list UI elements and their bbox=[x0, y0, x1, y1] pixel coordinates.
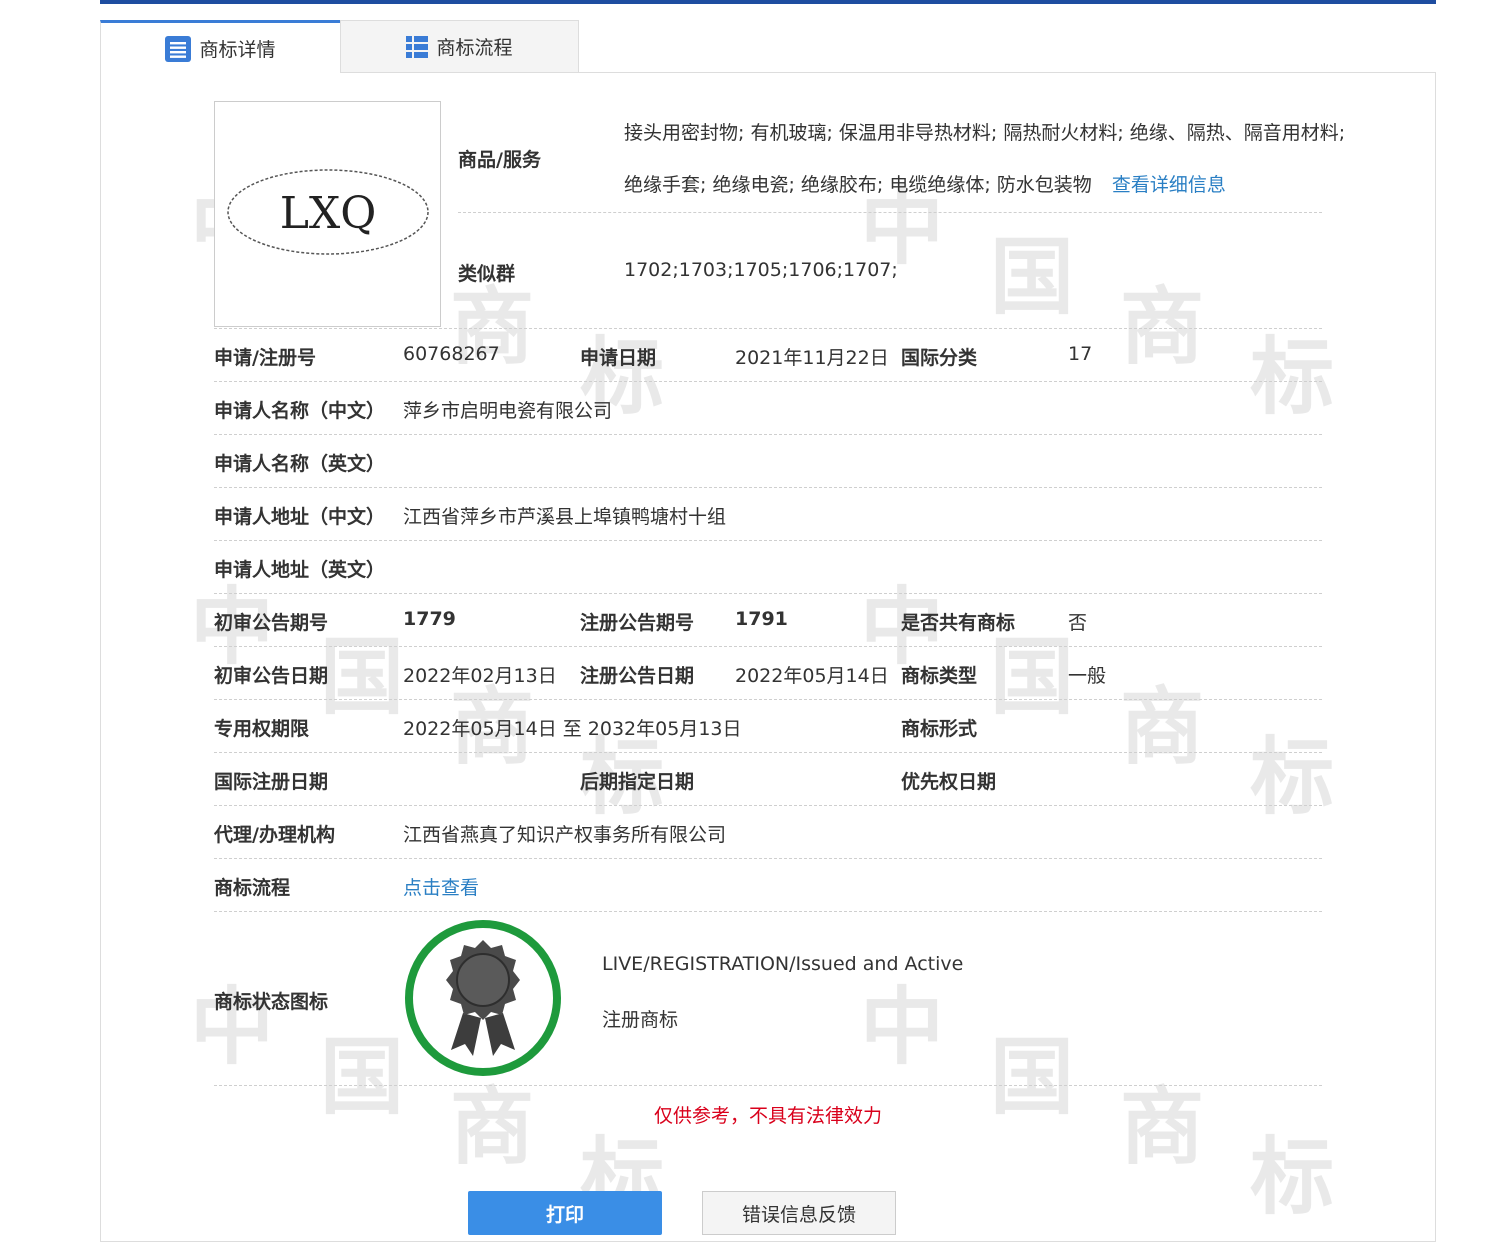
view-details-link[interactable]: 查看详细信息 bbox=[1112, 174, 1226, 196]
divider bbox=[214, 540, 1322, 541]
applicant-cn-value: 萍乡市启明电瓷有限公司 bbox=[403, 400, 613, 422]
divider bbox=[214, 434, 1322, 435]
reg-no-value: 60768267 bbox=[403, 343, 500, 365]
error-feedback-button[interactable]: 错误信息反馈 bbox=[702, 1191, 896, 1235]
apply-date-label: 申请日期 bbox=[580, 347, 657, 369]
status-en: LIVE/REGISTRATION/Issued and Active bbox=[602, 953, 964, 975]
tab-label: 商标详情 bbox=[199, 39, 276, 61]
similar-group-label: 类似群 bbox=[458, 263, 516, 285]
document-list-icon bbox=[165, 35, 192, 62]
applicant-cn-label: 申请人名称（中文） bbox=[214, 400, 386, 422]
intl-class-label: 国际分类 bbox=[901, 347, 978, 369]
divider bbox=[214, 752, 1322, 753]
term-label: 专用权期限 bbox=[214, 718, 310, 740]
goods-line-1: 接头用密封物; 有机玻璃; 保温用非导热材料; 隔热耐火材料; 绝缘、隔热、隔音… bbox=[624, 122, 1346, 144]
divider bbox=[214, 805, 1322, 806]
status-label: 商标状态图标 bbox=[214, 991, 329, 1013]
goods-label: 商品/服务 bbox=[458, 149, 541, 171]
reg-issue-value: 1791 bbox=[735, 608, 788, 630]
divider bbox=[214, 1085, 1322, 1086]
divider bbox=[214, 911, 1322, 912]
tm-type-label: 商标类型 bbox=[901, 665, 978, 687]
applicant-en-label: 申请人名称（英文） bbox=[214, 453, 386, 475]
divider bbox=[458, 212, 1322, 213]
intl-reg-date-label: 国际注册日期 bbox=[214, 771, 329, 793]
tm-form-label: 商标形式 bbox=[901, 718, 978, 740]
agency-value: 江西省燕真了知识产权事务所有限公司 bbox=[403, 824, 727, 846]
prelim-date-label: 初审公告日期 bbox=[214, 665, 329, 687]
legal-notice: 仅供参考，不具有法律效力 bbox=[653, 1105, 882, 1127]
registered-badge-icon bbox=[403, 918, 563, 1083]
reg-date-label: 注册公告日期 bbox=[580, 665, 695, 687]
shared-label: 是否共有商标 bbox=[901, 612, 1016, 634]
divider bbox=[214, 858, 1322, 859]
tab-trademark-process[interactable]: 商标流程 bbox=[340, 20, 579, 72]
divider bbox=[214, 699, 1322, 700]
agency-label: 代理/办理机构 bbox=[214, 824, 335, 846]
goods-line-2-text: 绝缘手套; 绝缘电瓷; 绝缘胶布; 电缆绝缘体; 防水包装物 bbox=[624, 174, 1092, 196]
tab-trademark-details[interactable]: 商标详情 bbox=[100, 20, 340, 74]
status-cn: 注册商标 bbox=[602, 1009, 679, 1031]
later-designation-label: 后期指定日期 bbox=[580, 771, 695, 793]
divider bbox=[214, 381, 1322, 382]
top-accent-bar bbox=[100, 0, 1436, 4]
shared-value: 否 bbox=[1068, 612, 1088, 634]
reg-issue-label: 注册公告期号 bbox=[580, 612, 695, 634]
similar-group-value: 1702;1703;1705;1706;1707; bbox=[624, 259, 898, 281]
divider bbox=[214, 593, 1322, 594]
divider bbox=[214, 328, 1322, 329]
reg-no-label: 申请/注册号 bbox=[214, 347, 316, 369]
tab-label: 商标流程 bbox=[436, 37, 513, 59]
process-label: 商标流程 bbox=[214, 877, 291, 899]
print-button[interactable]: 打印 bbox=[468, 1191, 662, 1235]
term-value: 2022年05月14日 至 2032年05月13日 bbox=[403, 718, 742, 740]
divider bbox=[214, 487, 1322, 488]
reg-date-value: 2022年05月14日 bbox=[735, 665, 889, 687]
prelim-date-value: 2022年02月13日 bbox=[403, 665, 557, 687]
divider bbox=[214, 646, 1322, 647]
address-cn-value: 江西省萍乡市芦溪县上埠镇鸭塘村十组 bbox=[403, 506, 727, 528]
trademark-text: LXQ bbox=[280, 188, 377, 239]
address-cn-label: 申请人地址（中文） bbox=[214, 506, 386, 528]
tm-type-value: 一般 bbox=[1068, 665, 1107, 687]
address-en-label: 申请人地址（英文） bbox=[214, 559, 386, 581]
intl-class-value: 17 bbox=[1068, 343, 1093, 365]
process-view-link[interactable]: 点击查看 bbox=[403, 873, 479, 900]
apply-date-value: 2021年11月22日 bbox=[735, 347, 889, 369]
grid-list-icon bbox=[406, 35, 429, 58]
priority-date-label: 优先权日期 bbox=[901, 771, 997, 793]
trademark-logo-svg: LXQ bbox=[227, 169, 429, 255]
prelim-issue-label: 初审公告期号 bbox=[214, 612, 329, 634]
goods-line-2: 绝缘手套; 绝缘电瓷; 绝缘胶布; 电缆绝缘体; 防水包装物 查看详细信息 bbox=[624, 170, 1226, 197]
trademark-image: LXQ bbox=[214, 101, 441, 327]
prelim-issue-value: 1779 bbox=[403, 608, 456, 630]
